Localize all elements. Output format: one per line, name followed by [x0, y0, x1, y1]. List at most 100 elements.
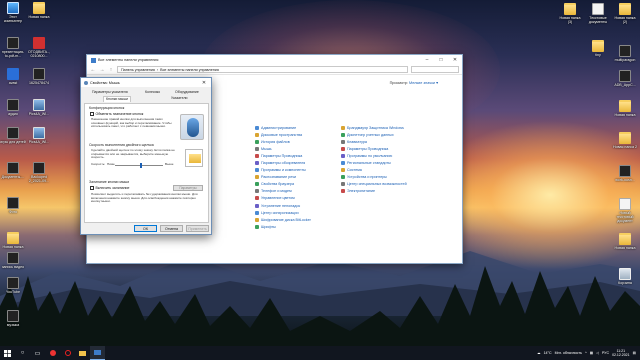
control-panel-item[interactable]: Брандмауэр Защитника Windows [341, 124, 407, 131]
tab-wheel[interactable]: Колесико [143, 90, 162, 95]
opera-browser-icon[interactable] [60, 346, 75, 360]
file-explorer-icon[interactable] [75, 346, 90, 360]
dialog-close-button[interactable]: ✕ [197, 78, 211, 88]
control-panel-item[interactable]: Программы по умолчанию [341, 152, 407, 159]
control-panel-item[interactable]: Параметры Проводника [341, 145, 407, 152]
control-panel-item[interactable]: Шрифты [255, 223, 311, 230]
right-desktop-icon[interactable]: Новая папка [612, 100, 638, 117]
control-panel-item[interactable]: Устройства и принтеры [341, 174, 407, 181]
checkbox-box[interactable] [90, 112, 94, 116]
control-panel-item[interactable]: Параметры обозревателя [255, 159, 311, 166]
task-view-icon[interactable]: ▭ [30, 346, 45, 360]
control-panel-item[interactable]: Система [341, 167, 407, 174]
control-panel-item[interactable]: История файлов [255, 138, 311, 145]
control-panel-item[interactable]: Параметры Проводника [255, 152, 311, 159]
control-panel-item[interactable]: Шифрование диска BitLocker [255, 216, 311, 223]
double-click-speed-slider[interactable] [115, 163, 163, 168]
tab-pointer-options[interactable]: Параметры указателя [90, 90, 130, 95]
left-desktop-icon[interactable]: Pics4A_WI... [26, 99, 52, 116]
close-button[interactable]: ✕ [448, 55, 462, 65]
left-desktop-icon[interactable]: игры для детей [0, 127, 26, 144]
left-desktop-icon[interactable]: Pics4A_WI... [26, 127, 52, 144]
left-desktop-icon[interactable]: Документы-... [0, 162, 26, 179]
ok-button[interactable]: ОК [134, 225, 157, 232]
mouse-dialog-titlebar[interactable]: Свойства: Мышь ✕ [81, 78, 211, 87]
right-desktop-icon[interactable]: Новый текстовый документ [612, 198, 638, 224]
left-desktop-icon[interactable]: запись видео [0, 252, 26, 269]
left-desktop-icon[interactable]: Новая папка [26, 2, 52, 19]
left-desktop-icon[interactable]: Backuped 2_2021-09... [26, 162, 52, 183]
view-selector[interactable]: Просмотр: Мелкие значки ▾ [390, 80, 438, 85]
cancel-button[interactable]: Отмена [160, 225, 183, 232]
control-panel-item[interactable]: Центр синхронизации [255, 209, 311, 216]
minimize-button[interactable]: – [420, 55, 434, 65]
left-desktop-icon[interactable]: музыка [0, 310, 26, 327]
right-desktop-icon[interactable]: Текстовые документы [585, 3, 611, 24]
view-dropdown[interactable]: Мелкие значки ▾ [409, 81, 438, 85]
control-panel-item[interactable]: Региональные стандарты [341, 159, 407, 166]
left-desktop-icon[interactable]: ОТОДВИГА.., 0210800... [26, 37, 52, 58]
temperature[interactable]: 14°C [544, 351, 552, 355]
notifications-icon[interactable]: ▤ [633, 351, 636, 355]
right-desktop-icon[interactable]: tiny [585, 40, 611, 57]
clicklock-settings-button[interactable]: Параметры [173, 185, 203, 191]
network-icon[interactable]: ▦ [590, 351, 593, 355]
left-desktop-icon[interactable]: Фото [0, 197, 26, 214]
control-panel-item[interactable]: Мышь [255, 145, 311, 152]
control-panel-item[interactable]: Диспетчер учетных данных [341, 131, 407, 138]
left-desktop-icon[interactable]: презентация-to-pdf-m... [0, 37, 26, 58]
back-arrow-icon[interactable]: ← [90, 67, 96, 73]
mouse-properties-dialog[interactable]: Свойства: Мышь ✕ Параметры указателя Кол… [80, 77, 212, 235]
tab-pointers[interactable]: Указатели [169, 96, 189, 101]
control-panel-item[interactable]: Электропитание [341, 188, 407, 195]
weather-text[interactable]: Мгл. облачность [555, 351, 582, 355]
control-panel-item[interactable]: Устранение неполадок [255, 202, 311, 209]
language-indicator[interactable]: РУС [602, 351, 609, 355]
clock[interactable]: 11:21 02.12.2021 [612, 349, 630, 357]
control-panel-item[interactable]: Центр специальных возможностей [341, 181, 407, 188]
control-panel-taskbar-icon[interactable] [90, 346, 105, 360]
control-panel-item[interactable]: Управление цветом [255, 195, 311, 202]
up-arrow-icon[interactable]: ↑ [108, 67, 114, 73]
right-desktop-icon[interactable]: Корзина [612, 268, 638, 285]
chevron-up-icon[interactable]: ^ [585, 351, 587, 355]
yandex-browser-icon[interactable] [45, 346, 60, 360]
left-desktop-icon[interactable]: аудио [0, 99, 26, 116]
control-panel-titlebar[interactable]: Все элементы панели управления – □ ✕ [87, 55, 462, 65]
volume-icon[interactable]: ◁ [596, 351, 599, 355]
control-panel-item[interactable]: Администрирование [255, 124, 311, 131]
forward-arrow-icon[interactable]: → [99, 67, 105, 73]
slider-thumb[interactable] [140, 163, 143, 168]
left-desktop-icon[interactable]: Этот компьютер [0, 2, 26, 23]
right-desktop-icon[interactable]: ADB_AppC... [612, 70, 638, 87]
control-panel-item[interactable]: Распознавание речи [255, 174, 311, 181]
right-desktop-icon[interactable]: multiparagon [612, 45, 638, 62]
search-input[interactable] [411, 66, 459, 73]
left-desktop-icon[interactable]: YouTube [0, 277, 26, 294]
maximize-button[interactable]: □ [434, 55, 448, 65]
checkbox-box[interactable] [90, 186, 94, 190]
breadcrumb-part-1[interactable]: Панель управления [121, 68, 155, 72]
right-desktop-icon[interactable]: Новая папка (2) [612, 3, 638, 24]
test-folder-icon[interactable] [185, 149, 203, 167]
control-panel-item[interactable]: Свойства браузера [255, 181, 311, 188]
right-desktop-icon[interactable]: Новая папка (3) [557, 3, 583, 24]
swap-buttons-checkbox[interactable]: Обменять назначение кнопок [90, 112, 143, 116]
tab-buttons[interactable]: Кнопки мыши [103, 96, 131, 102]
clicklock-checkbox[interactable]: Включить залипание [90, 186, 129, 190]
control-panel-item[interactable]: Клавиатура [341, 138, 407, 145]
control-panel-item[interactable]: Телефон и модем [255, 188, 311, 195]
search-icon[interactable]: ○ [15, 346, 30, 360]
right-desktop-icon[interactable]: Новая папка 2 [612, 132, 638, 149]
address-bar[interactable]: Панель управления › Все элементы панели … [117, 66, 408, 73]
control-panel-item[interactable]: Дисковые пространства [255, 131, 311, 138]
right-desktop-icon[interactable]: work-ousn... [612, 165, 638, 182]
control-panel-item[interactable]: Программы и компоненты [255, 167, 311, 174]
tab-hardware[interactable]: Оборудование [173, 90, 201, 95]
left-desktop-icon[interactable]: avast [0, 68, 26, 85]
right-desktop-icon[interactable]: Новая папка [612, 233, 638, 250]
left-desktop-icon[interactable]: Новая папка [0, 232, 26, 249]
start-button[interactable] [0, 346, 15, 360]
apply-button[interactable]: Применить [186, 225, 209, 232]
breadcrumb-part-2[interactable]: Все элементы панели управления [160, 68, 219, 72]
